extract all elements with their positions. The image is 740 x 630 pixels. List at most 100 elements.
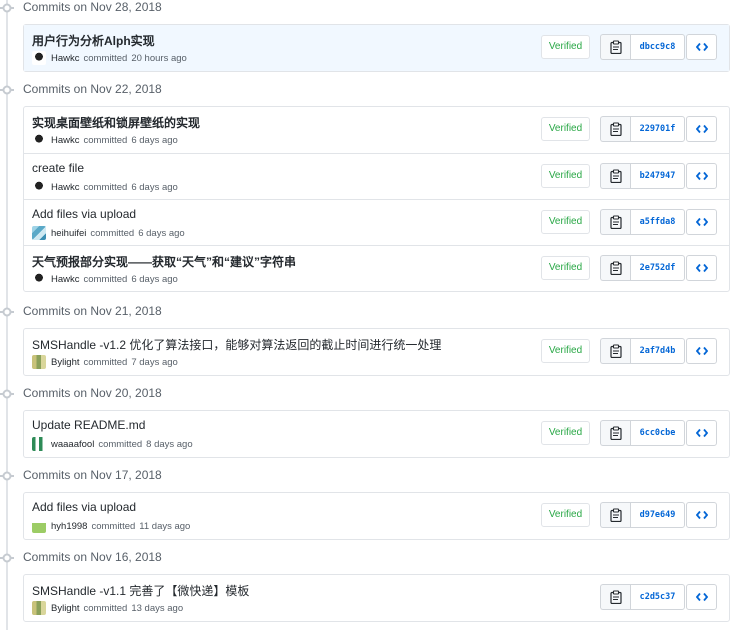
commit-title-link[interactable]: 用户行为分析Alph实现 bbox=[32, 32, 155, 49]
copy-sha-button[interactable] bbox=[600, 209, 630, 235]
avatar[interactable] bbox=[32, 133, 46, 147]
commit-author-link[interactable]: Bylight bbox=[51, 603, 80, 614]
browse-repo-button[interactable] bbox=[686, 34, 717, 60]
code-icon bbox=[695, 263, 708, 273]
verified-badge[interactable]: Verified bbox=[541, 164, 590, 188]
commit-title-link[interactable]: Add files via upload bbox=[32, 500, 136, 514]
copy-sha-button[interactable] bbox=[600, 116, 630, 142]
commit-relative-time: 6 days ago bbox=[138, 227, 185, 239]
avatar[interactable] bbox=[32, 519, 46, 533]
verified-badge[interactable]: Verified bbox=[541, 256, 590, 280]
commit-sha-link[interactable]: c2d5c37 bbox=[630, 584, 685, 610]
commit-title-link[interactable]: 实现桌面壁纸和锁屏壁纸的实现 bbox=[32, 114, 200, 131]
avatar[interactable] bbox=[32, 51, 46, 65]
commit-action: committed bbox=[83, 52, 128, 64]
browse-repo-button[interactable] bbox=[686, 209, 717, 235]
browse-repo-button[interactable] bbox=[686, 420, 717, 446]
commit-sha-link[interactable]: 2e752df bbox=[630, 255, 685, 281]
commit-row: SMSHandle -v1.2 优化了算法接口，能够对算法返回的截止时间进行统一… bbox=[24, 329, 729, 375]
avatar[interactable] bbox=[32, 601, 46, 615]
commit-sha-link[interactable]: 6cc0cbe bbox=[630, 420, 685, 446]
commit-title-link[interactable]: 天气预报部分实现——获取“天气”和“建议”字符串 bbox=[32, 253, 296, 270]
commit-author-link[interactable]: Hawkc bbox=[51, 182, 80, 193]
commit-row: 用户行为分析Alph实现 Hawkc committed 20 hours ago… bbox=[24, 25, 729, 71]
commit-sha-link[interactable]: dbcc9c8 bbox=[630, 34, 685, 60]
browse-repo-button[interactable] bbox=[686, 163, 717, 189]
commit-sha-group: c2d5c37 bbox=[600, 584, 685, 610]
browse-repo-button[interactable] bbox=[686, 338, 717, 364]
commit-group: Commits on Nov 16, 2018 SMSHandle -v1.1 完… bbox=[0, 550, 740, 622]
commit-action: committed bbox=[83, 273, 128, 285]
copy-sha-button[interactable] bbox=[600, 338, 630, 364]
commit-action: committed bbox=[90, 227, 135, 239]
commit-sha-link[interactable]: 229701f bbox=[630, 116, 685, 142]
verified-badge[interactable]: Verified bbox=[541, 117, 590, 141]
git-commit-icon bbox=[0, 85, 14, 95]
commit-group-date: Commits on Nov 21, 2018 bbox=[0, 304, 740, 324]
copy-sha-button[interactable] bbox=[600, 584, 630, 610]
commit-author-link[interactable]: Bylight bbox=[51, 357, 80, 368]
browse-repo-button[interactable] bbox=[686, 255, 717, 281]
commit-author-link[interactable]: Hawkc bbox=[51, 274, 80, 285]
clippy-icon bbox=[609, 215, 622, 229]
avatar[interactable] bbox=[32, 180, 46, 194]
commit-group: Commits on Nov 17, 2018 Add files via upl… bbox=[0, 468, 740, 540]
commit-sha-link[interactable]: a5ffda8 bbox=[630, 209, 685, 235]
commit-title-link[interactable]: Update README.md bbox=[32, 418, 145, 432]
avatar[interactable] bbox=[32, 226, 46, 240]
commit-title-link[interactable]: SMSHandle -v1.2 优化了算法接口，能够对算法返回的截止时间进行统一… bbox=[32, 336, 441, 353]
code-icon bbox=[695, 217, 708, 227]
commit-author-link[interactable]: waaaafool bbox=[51, 439, 94, 450]
commit-group-date-label: Commits on Nov 22, 2018 bbox=[23, 82, 162, 96]
verified-badge[interactable]: Verified bbox=[541, 339, 590, 363]
verified-badge[interactable]: Verified bbox=[541, 421, 590, 445]
commit-action: committed bbox=[91, 520, 136, 532]
copy-sha-button[interactable] bbox=[600, 34, 630, 60]
git-commit-icon bbox=[0, 3, 14, 13]
commit-meta: Hawkc committed 6 days ago bbox=[32, 133, 178, 147]
commit-relative-time: 8 days ago bbox=[146, 438, 193, 450]
commit-title-link[interactable]: create file bbox=[32, 161, 84, 175]
code-icon bbox=[695, 42, 708, 52]
commit-group-date: Commits on Nov 17, 2018 bbox=[0, 468, 740, 488]
commit-action: committed bbox=[83, 356, 128, 368]
copy-sha-button[interactable] bbox=[600, 502, 630, 528]
commit-title-link[interactable]: Add files via upload bbox=[32, 207, 136, 221]
commit-sha-group: 2af7d4b bbox=[600, 338, 685, 364]
commit-sha-group: 2e752df bbox=[600, 255, 685, 281]
commit-author-link[interactable]: heihuifei bbox=[51, 228, 86, 239]
commit-group: Commits on Nov 28, 2018 用户行为分析Alph实现 Hawkc… bbox=[0, 0, 740, 72]
browse-repo-button[interactable] bbox=[686, 116, 717, 142]
copy-sha-button[interactable] bbox=[600, 163, 630, 189]
verified-badge[interactable]: Verified bbox=[541, 503, 590, 527]
browse-repo-button[interactable] bbox=[686, 584, 717, 610]
commit-sha-group: b247947 bbox=[600, 163, 685, 189]
commit-title-link[interactable]: SMSHandle -v1.1 完善了【微快递】模板 bbox=[32, 582, 249, 599]
avatar[interactable] bbox=[32, 355, 46, 369]
commit-row: Add files via upload hyh1998 committed 11… bbox=[24, 493, 729, 539]
browse-repo-button[interactable] bbox=[686, 502, 717, 528]
commit-author-link[interactable]: Hawkc bbox=[51, 53, 80, 64]
code-icon bbox=[695, 592, 708, 602]
copy-sha-button[interactable] bbox=[600, 420, 630, 446]
avatar[interactable] bbox=[32, 437, 46, 451]
git-commit-icon bbox=[0, 553, 14, 563]
avatar[interactable] bbox=[32, 272, 46, 286]
commit-group: Commits on Nov 21, 2018 SMSHandle -v1.2 优… bbox=[0, 304, 740, 376]
commit-action: committed bbox=[83, 134, 128, 146]
copy-sha-button[interactable] bbox=[600, 255, 630, 281]
verified-badge[interactable]: Verified bbox=[541, 210, 590, 234]
commit-sha-link[interactable]: 2af7d4b bbox=[630, 338, 685, 364]
clippy-icon bbox=[609, 40, 622, 54]
commit-sha-link[interactable]: b247947 bbox=[630, 163, 685, 189]
commit-meta: heihuifei committed 6 days ago bbox=[32, 226, 185, 240]
code-icon bbox=[695, 346, 708, 356]
verified-badge[interactable]: Verified bbox=[541, 35, 590, 59]
clippy-icon bbox=[609, 169, 622, 183]
commit-author-link[interactable]: hyh1998 bbox=[51, 521, 87, 532]
code-icon bbox=[695, 510, 708, 520]
commit-sha-link[interactable]: d97e649 bbox=[630, 502, 685, 528]
commit-author-link[interactable]: Hawkc bbox=[51, 135, 80, 146]
commit-sha-group: 229701f bbox=[600, 116, 685, 142]
commit-meta: Bylight committed 7 days ago bbox=[32, 355, 178, 369]
